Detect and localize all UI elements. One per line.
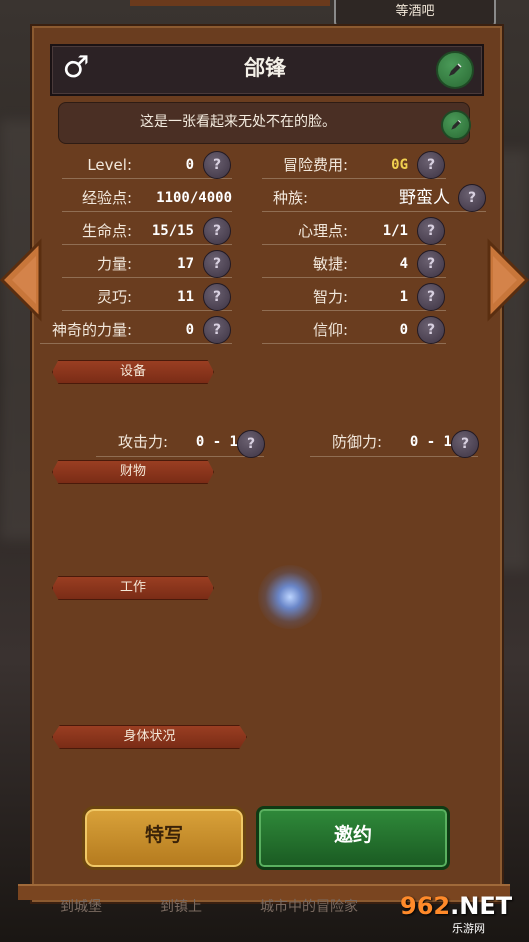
stat-label-mind: 心理点: [297, 222, 348, 240]
help-button-hp[interactable]: ? [203, 217, 231, 245]
section-body-status[interactable]: 身体状况 [52, 725, 247, 749]
watermark-subtitle: 乐游网 [452, 922, 485, 935]
stat-label-race: 种族: [272, 189, 308, 207]
divider [40, 343, 232, 344]
stat-value-faith: 0 [399, 322, 408, 338]
help-button-defense[interactable]: ? [451, 430, 479, 458]
stat-label-level: Level: [87, 156, 132, 174]
help-button-intelligence[interactable]: ? [417, 283, 445, 311]
divider [62, 211, 232, 212]
pen-icon [449, 63, 462, 76]
stat-label-magic-power: 神奇的力量: [51, 321, 132, 339]
hero-name: 郃锋 [244, 56, 286, 80]
stat-label-adventure-fee: 冒险费用: [282, 156, 348, 174]
stat-value-magic-power: 0 [185, 322, 194, 338]
watermark-logo: 962.NET [400, 892, 513, 920]
stat-label-strength: 力量: [96, 255, 132, 273]
divider [262, 277, 446, 278]
stat-value-strength: 17 [177, 256, 194, 272]
nav-to-castle[interactable]: 到城堡 [60, 892, 102, 922]
edit-description-button[interactable] [441, 110, 471, 140]
attack-value: 0 - 1 [195, 434, 238, 450]
stat-value-level: 0 [185, 157, 194, 173]
stat-label-faith: 信仰: [312, 321, 348, 339]
light-glow [258, 565, 322, 629]
divider [62, 178, 232, 179]
divider [262, 178, 446, 179]
stat-value-mind: 1/1 [382, 223, 408, 239]
help-button-attack[interactable]: ? [237, 430, 265, 458]
help-button-dexterity[interactable]: ? [203, 283, 231, 311]
divider [62, 244, 232, 245]
male-gender-icon: ♂ [62, 50, 90, 85]
stat-value-dexterity: 11 [177, 289, 194, 305]
divider [262, 244, 446, 245]
next-arrow-icon[interactable] [485, 238, 529, 322]
help-button-agility[interactable]: ? [417, 250, 445, 278]
stat-value-experience: 1100/4000 [156, 190, 232, 206]
divider [96, 456, 264, 457]
stat-label-experience: 经验点: [81, 189, 132, 207]
section-job[interactable]: 工作 [52, 576, 214, 600]
divider [62, 310, 232, 311]
help-button-faith[interactable]: ? [417, 316, 445, 344]
stat-value-adventure-fee: 0G [391, 157, 408, 173]
feature-button[interactable]: 特写 [82, 806, 246, 870]
help-button-level[interactable]: ? [203, 151, 231, 179]
nav-city-adventurers[interactable]: 城市中的冒险家 [260, 892, 358, 922]
divider [62, 277, 232, 278]
stat-value-race: 野蛮人 [399, 188, 450, 207]
stat-value-hp: 15/15 [151, 223, 194, 239]
stat-label-dexterity: 灵巧: [96, 288, 132, 306]
top-panel-edge [130, 0, 330, 6]
stat-label-agility: 敏捷: [312, 255, 348, 273]
nav-to-town[interactable]: 到镇上 [160, 892, 202, 922]
help-button-mind[interactable]: ? [417, 217, 445, 245]
divider [262, 211, 486, 212]
stat-value-intelligence: 1 [399, 289, 408, 305]
help-button-adventure-fee[interactable]: ? [417, 151, 445, 179]
previous-arrow-icon[interactable] [0, 238, 44, 322]
help-button-strength[interactable]: ? [203, 250, 231, 278]
stat-value-agility: 4 [399, 256, 408, 272]
stat-label-intelligence: 智力: [312, 288, 348, 306]
defense-value: 0 - 1 [409, 434, 452, 450]
section-property[interactable]: 财物 [52, 460, 214, 484]
edit-name-button[interactable] [436, 51, 474, 89]
divider [262, 310, 446, 311]
divider [310, 456, 478, 457]
invite-button[interactable]: 邀约 [256, 806, 450, 870]
defense-label: 防御力: [331, 433, 382, 451]
attack-label: 攻击力: [117, 433, 168, 451]
bottom-navigation: 到城堡 到镇上 城市中的冒险家 [40, 892, 420, 922]
divider [262, 343, 446, 344]
hero-description: 这是一张看起来无处不在的脸。 [140, 114, 336, 130]
pen-icon [451, 119, 462, 130]
stat-label-hp: 生命点: [81, 222, 132, 240]
help-button-race[interactable]: ? [458, 184, 486, 212]
help-button-magic-power[interactable]: ? [203, 316, 231, 344]
section-equipment[interactable]: 设备 [52, 360, 214, 384]
